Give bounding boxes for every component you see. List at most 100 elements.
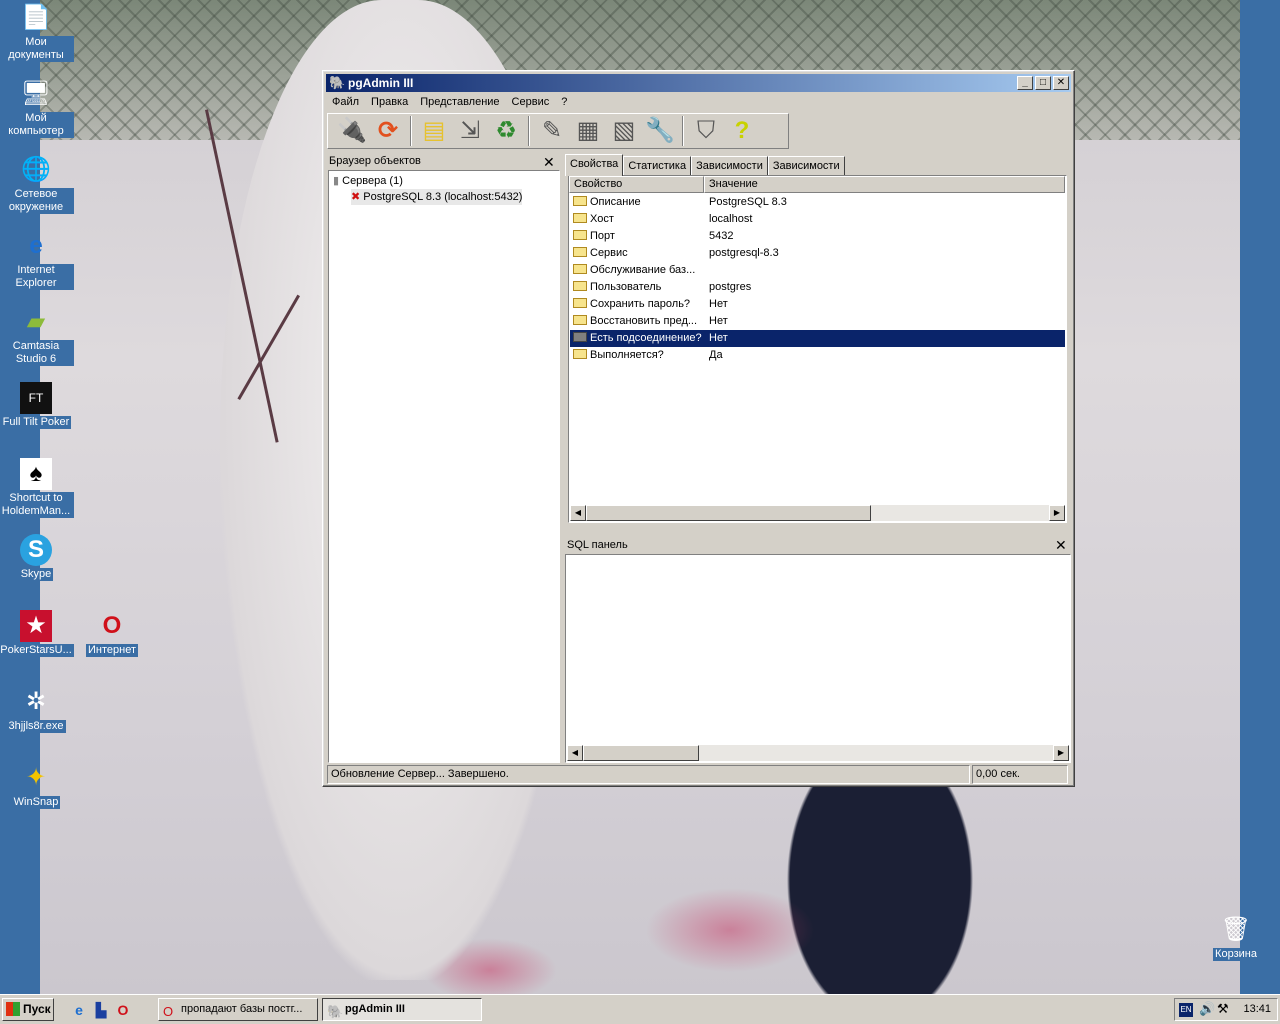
menu-file[interactable]: Файл: [326, 96, 365, 108]
property-icon: [573, 230, 587, 240]
column-header-property[interactable]: Свойство: [569, 176, 704, 193]
elephant-icon: 🐘: [329, 75, 346, 90]
title-bar[interactable]: 🐘 pgAdmin III _ □ ✕: [326, 74, 1071, 92]
browser-close-icon[interactable]: ✕: [543, 155, 555, 169]
property-row[interactable]: Восстановить пред... Нет: [570, 313, 1065, 330]
properties-list[interactable]: Свойство Значение Описание PostgreSQL 8.3…: [568, 175, 1067, 523]
window-title: pgAdmin III: [348, 76, 414, 90]
quicklaunch-opera-icon[interactable]: O: [114, 1001, 132, 1019]
grid-edit-icon[interactable]: ▧: [609, 116, 639, 146]
refresh-icon[interactable]: ⟳: [373, 116, 403, 146]
menu-tools[interactable]: Сервис: [506, 96, 556, 108]
task-browser[interactable]: Oпропадают базы постг...: [158, 998, 318, 1021]
toolbar-separator: [682, 116, 684, 146]
scroll-left-icon[interactable]: ◀: [567, 745, 583, 761]
desktop-icon-ie[interactable]: e Internet Explorer: [0, 230, 74, 290]
sql-hscrollbar[interactable]: ◀ ▶: [567, 745, 1069, 761]
connect-icon[interactable]: 🔌: [337, 116, 367, 146]
exe-icon: ✲: [25, 688, 47, 715]
sql-panel[interactable]: ◀ ▶: [565, 554, 1071, 763]
desktop-icon-recycle-bin[interactable]: 🗑 Корзина: [1198, 914, 1274, 961]
menu-bar: Файл Правка Представление Сервис ?: [326, 93, 1071, 111]
sql-panel-title: SQL панель: [567, 539, 628, 551]
tree-icon[interactable]: ⇲: [455, 116, 485, 146]
windows-logo-icon: [6, 1002, 20, 1016]
pokerstars-icon: ★: [20, 610, 52, 642]
status-time: 0,00 сек.: [972, 765, 1068, 784]
desktop-icon-camtasia[interactable]: ▰ Camtasia Studio 6: [0, 306, 74, 366]
language-indicator[interactable]: EN: [1179, 1003, 1193, 1017]
property-row[interactable]: Порт 5432: [570, 228, 1065, 245]
toolbar-separator: [410, 116, 412, 146]
scroll-thumb[interactable]: [586, 505, 871, 521]
desktop-icon-holdemmanager[interactable]: ♠ Shortcut to HoldemMan...: [0, 458, 74, 518]
quicklaunch-desktop-icon[interactable]: ▙: [92, 1001, 110, 1019]
properties-hscrollbar[interactable]: ◀ ▶: [570, 505, 1065, 521]
ie-icon: e: [29, 232, 43, 259]
desktop-edge-right: [1240, 0, 1280, 994]
scroll-left-icon[interactable]: ◀: [570, 505, 586, 521]
desktop-icon-opera[interactable]: O Интернет: [74, 610, 150, 657]
scroll-right-icon[interactable]: ▶: [1049, 505, 1065, 521]
minimize-button[interactable]: _: [1017, 76, 1033, 90]
tab-properties[interactable]: Свойства: [565, 154, 624, 176]
delete-icon[interactable]: ♻: [491, 116, 521, 146]
browser-title: Браузер объектов: [329, 155, 421, 167]
property-tabs: Свойства Статистика Зависимости Зависимо…: [565, 154, 845, 176]
property-icon: [573, 264, 587, 274]
desktop-icon-my-computer[interactable]: 🖥 Мой компьютер: [0, 78, 74, 138]
property-row[interactable]: Описание PostgreSQL 8.3: [570, 194, 1065, 211]
property-row-selected[interactable]: Есть подсоединение? Нет: [570, 330, 1065, 347]
menu-edit[interactable]: Правка: [365, 96, 414, 108]
servers-icon: ▮: [333, 175, 340, 187]
edit-icon[interactable]: ✎: [537, 116, 567, 146]
start-button[interactable]: Пуск: [2, 998, 54, 1021]
property-icon: [573, 349, 587, 359]
tree-item-servers[interactable]: ▮ Сервера (1): [333, 173, 403, 189]
property-row[interactable]: Сервис postgresql-8.3: [570, 245, 1065, 262]
desktop-icon-winsnap[interactable]: ✦ WinSnap: [0, 762, 74, 809]
tab-dependents[interactable]: Зависимости: [767, 156, 845, 175]
property-row[interactable]: Пользователь postgres: [570, 279, 1065, 296]
wrench-icon[interactable]: 🔧: [645, 116, 675, 146]
status-bar: Обновление Сервер... Завершено. 0,00 сек…: [327, 765, 1071, 784]
desktop-icon-network[interactable]: 🌐 Сетевое окружение: [0, 154, 74, 214]
quicklaunch-ie-icon[interactable]: e: [70, 1001, 88, 1019]
sql-panel-close-icon[interactable]: ✕: [1055, 538, 1067, 552]
network-icon: 🌐: [21, 156, 51, 183]
status-message: Обновление Сервер... Завершено.: [327, 765, 970, 784]
filter-icon[interactable]: ⛉: [691, 116, 721, 146]
property-icon: [573, 213, 587, 223]
object-browser-tree[interactable]: ▮ Сервера (1) ✖ PostgreSQL 8.3 (localhos…: [328, 170, 560, 763]
grid-icon[interactable]: ▦: [573, 116, 603, 146]
desktop-icon-my-documents[interactable]: 📄 Мои документы: [0, 2, 74, 62]
menu-view[interactable]: Представление: [414, 96, 505, 108]
folder-icon[interactable]: ▤: [419, 116, 449, 146]
pgadmin-window: 🐘 pgAdmin III _ □ ✕ Файл Правка Представ…: [322, 70, 1075, 787]
column-header-value[interactable]: Значение: [704, 176, 1065, 193]
help-icon[interactable]: ?: [727, 116, 757, 146]
tab-statistics[interactable]: Статистика: [623, 156, 692, 175]
property-row[interactable]: Обслуживание баз...: [570, 262, 1065, 279]
volume-icon[interactable]: 🔊: [1199, 1001, 1215, 1017]
property-icon: [573, 281, 587, 291]
maximize-button[interactable]: □: [1035, 76, 1051, 90]
desktop-icon-pokerstars[interactable]: ★ PokerStarsU...: [0, 610, 74, 657]
recycle-bin-icon: 🗑: [1220, 916, 1252, 943]
desktop-icon-full-tilt[interactable]: FT Full Tilt Poker: [0, 382, 74, 429]
tray-tool-icon[interactable]: ⚒: [1217, 1001, 1229, 1017]
task-pgadmin[interactable]: 🐘 pgAdmin III: [322, 998, 482, 1021]
desktop-icon-exe[interactable]: ✲ 3hjjls8r.exe: [0, 686, 74, 733]
menu-help[interactable]: ?: [555, 96, 573, 108]
desktop-icon-skype[interactable]: S Skype: [0, 534, 74, 581]
tab-dependencies[interactable]: Зависимости: [691, 156, 768, 175]
tree-item-postgresql[interactable]: ✖ PostgreSQL 8.3 (localhost:5432): [351, 189, 523, 205]
close-button[interactable]: ✕: [1053, 76, 1069, 90]
property-row[interactable]: Сохранить пароль? Нет: [570, 296, 1065, 313]
scroll-thumb[interactable]: [583, 745, 699, 761]
property-row[interactable]: Хост localhost: [570, 211, 1065, 228]
scroll-right-icon[interactable]: ▶: [1053, 745, 1069, 761]
property-icon: [573, 332, 587, 342]
property-row[interactable]: Выполняется? Да: [570, 347, 1065, 364]
camtasia-icon: ▰: [26, 308, 46, 335]
